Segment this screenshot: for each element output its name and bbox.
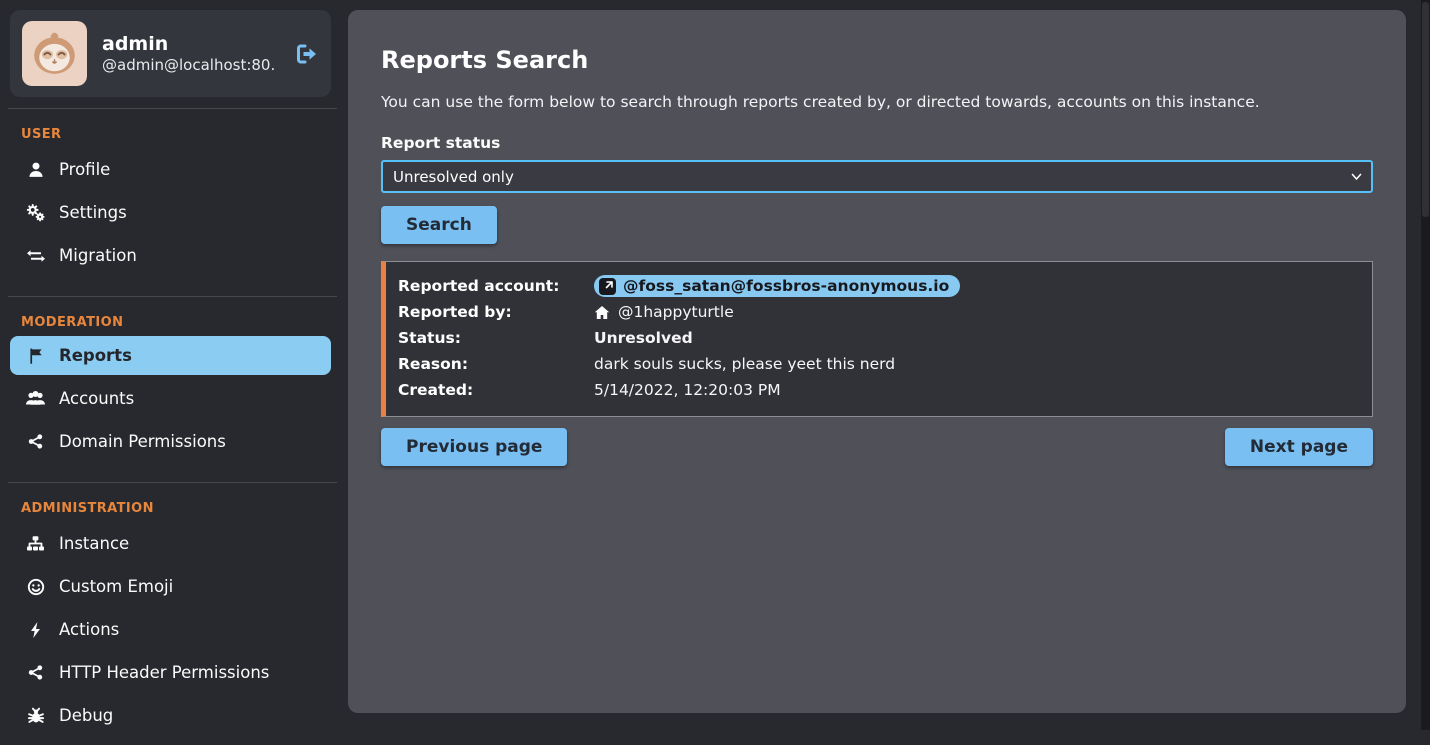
page-title: Reports Search [381,46,1373,74]
report-status-label: Report status [381,134,1373,152]
next-page-button[interactable]: Next page [1225,428,1373,466]
reported-by-label: Reported by: [398,303,594,321]
report-row-reason: Reason: dark souls sucks, please yeet th… [398,351,1360,377]
sidebar-item-label: Accounts [59,389,134,408]
username: admin [102,33,276,57]
bolt-icon [25,621,46,638]
sidebar-item-instance[interactable]: Instance [0,522,345,565]
sidebar-item-label: Custom Emoji [59,577,173,596]
report-row-reported-account: Reported account: @foss_satan@fossbros-a… [398,273,1360,299]
reason-value: dark souls sucks, please yeet this nerd [594,355,1360,373]
report-row-created: Created: 5/14/2022, 12:20:03 PM [398,377,1360,403]
sidebar-item-label: Instance [59,534,129,553]
home-icon [594,305,610,320]
section-header-administration: ADMINISTRATION [21,501,345,516]
user-icon [25,161,46,178]
sidebar-item-accounts[interactable]: Accounts [0,377,345,420]
search-button[interactable]: Search [381,206,497,244]
report-status-select[interactable]: Unresolved only [381,160,1373,193]
reported-by-value: @1happyturtle [618,303,734,321]
sidebar-item-actions[interactable]: Actions [0,608,345,651]
pagination: Previous page Next page [381,428,1373,466]
sidebar: admin @admin@localhost:80... USER Profil… [0,0,345,730]
scrollbar-track[interactable] [1421,0,1430,730]
external-link-icon [599,278,616,295]
report-row-reported-by: Reported by: @1happyturtle [398,299,1360,325]
sidebar-item-domain-permissions[interactable]: Domain Permissions [0,420,345,463]
main-panel: Reports Search You can use the form belo… [348,10,1406,713]
sidebar-item-debug[interactable]: Debug [0,694,345,737]
arrows-left-right-icon [25,247,46,264]
sidebar-section-moderation: MODERATION Reports Accounts Domain Permi… [0,297,345,471]
reported-account-label: Reported account: [398,277,594,295]
previous-page-button[interactable]: Previous page [381,428,567,466]
smiley-icon [25,578,46,595]
sidebar-item-reports[interactable]: Reports [10,336,331,375]
sidebar-item-custom-emoji[interactable]: Custom Emoji [0,565,345,608]
chevron-down-icon [1351,173,1362,181]
sidebar-item-label: Migration [59,246,137,265]
sidebar-item-label: Debug [59,706,113,725]
user-handle: @admin@localhost:80... [102,56,276,74]
status-label: Status: [398,329,594,347]
sidebar-item-label: HTTP Header Permissions [59,663,269,682]
sidebar-item-profile[interactable]: Profile [0,148,345,191]
sidebar-item-http-header-permissions[interactable]: HTTP Header Permissions [0,651,345,694]
sidebar-item-label: Actions [59,620,119,639]
sidebar-section-user: USER Profile Settings Migration [0,109,345,285]
avatar [22,21,87,86]
gears-icon [25,204,46,221]
sidebar-item-label: Settings [59,203,127,222]
logout-icon[interactable] [291,40,319,68]
created-label: Created: [398,381,594,399]
flag-icon [25,347,46,364]
sidebar-item-label: Reports [59,346,132,365]
scrollbar-thumb[interactable] [1422,2,1429,217]
sidebar-item-migration[interactable]: Migration [0,234,345,277]
sitemap-icon [25,535,46,552]
report-row-status: Status: Unresolved [398,325,1360,351]
reported-account-link[interactable]: @foss_satan@fossbros-anonymous.io [594,275,960,297]
section-header-user: USER [21,127,345,142]
report-card[interactable]: Reported account: @foss_satan@fossbros-a… [381,261,1373,417]
bug-icon [25,707,46,724]
report-status-selected-value: Unresolved only [393,168,514,186]
sidebar-item-label: Profile [59,160,110,179]
reported-account-value: @foss_satan@fossbros-anonymous.io [623,277,949,295]
share-nodes-icon [25,433,46,450]
user-meta: admin @admin@localhost:80... [102,33,276,75]
share-nodes-icon [25,664,46,681]
users-icon [25,390,46,407]
created-value: 5/14/2022, 12:20:03 PM [594,381,1360,399]
reason-label: Reason: [398,355,594,373]
section-header-moderation: MODERATION [21,315,345,330]
sidebar-item-label: Domain Permissions [59,432,226,451]
sidebar-item-settings[interactable]: Settings [0,191,345,234]
user-card[interactable]: admin @admin@localhost:80... [10,10,331,97]
sidebar-section-administration: ADMINISTRATION Instance Custom Emoji Act… [0,483,345,745]
page-description: You can use the form below to search thr… [381,93,1373,111]
status-value: Unresolved [594,329,1360,347]
